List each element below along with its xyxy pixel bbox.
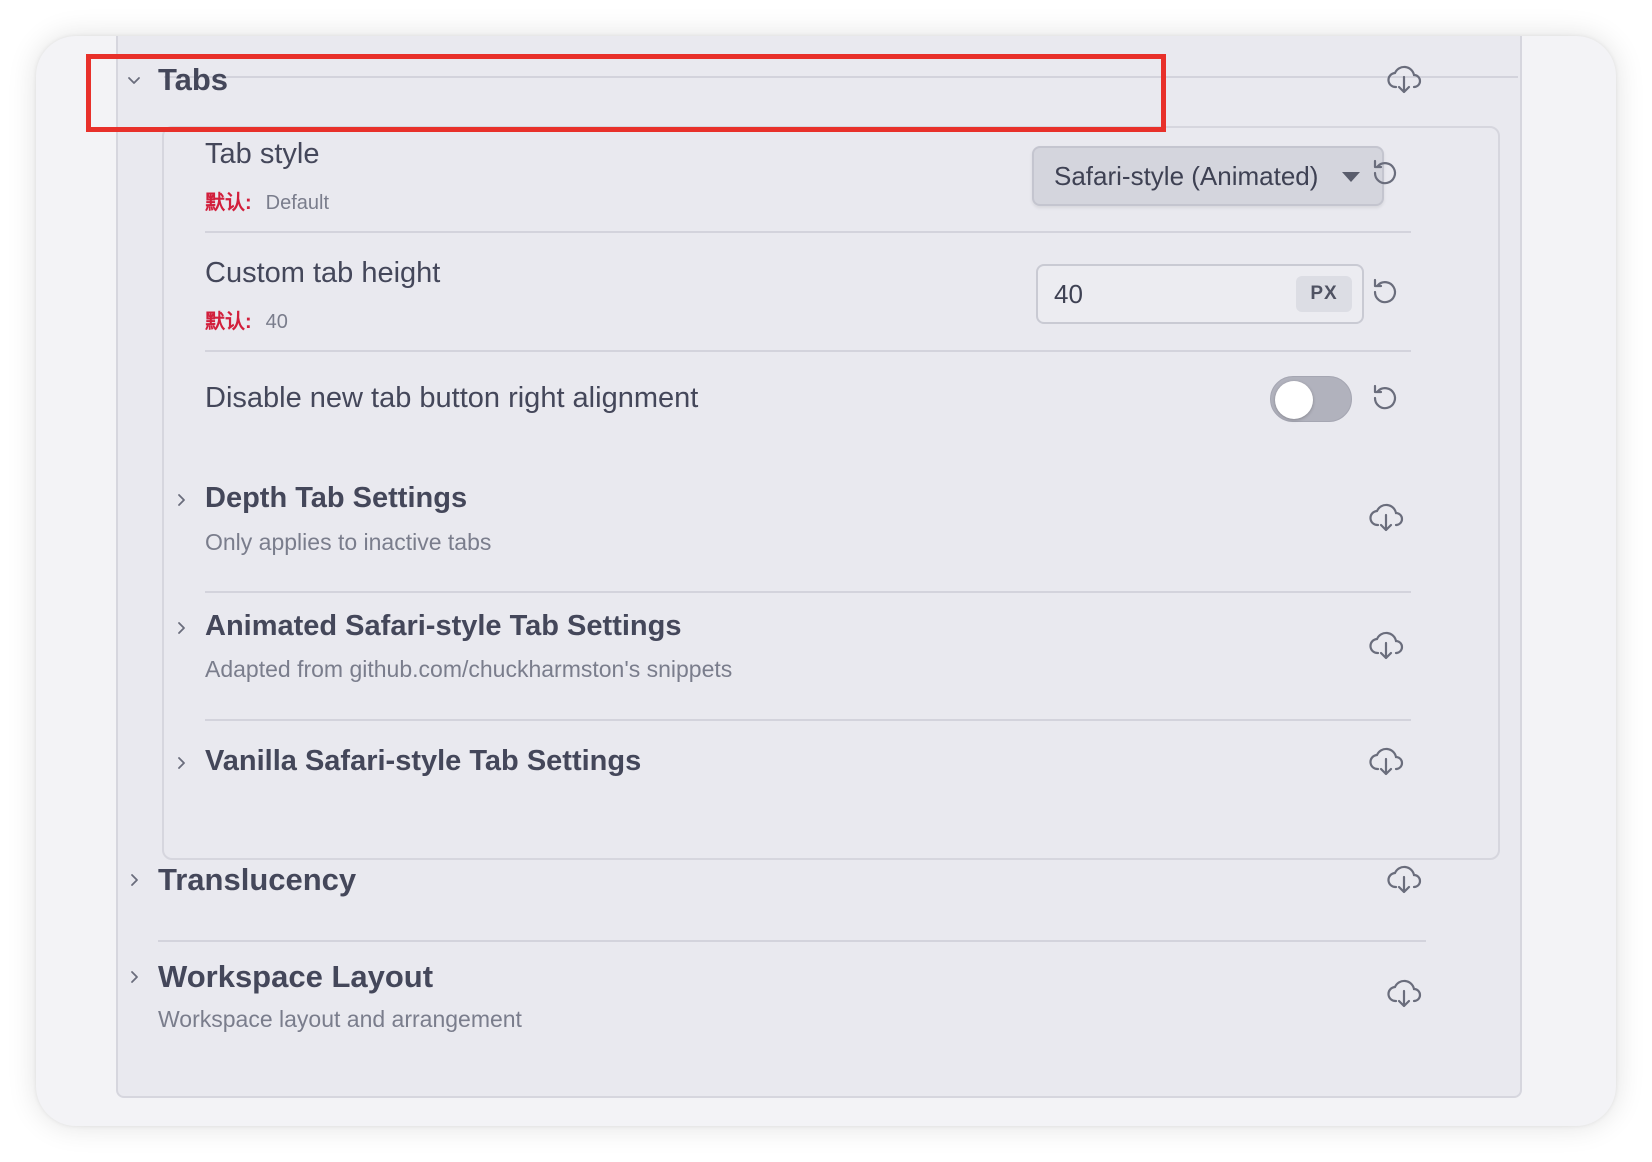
divider bbox=[205, 591, 1411, 593]
divider bbox=[158, 940, 1426, 942]
cloud-download-icon[interactable] bbox=[1384, 60, 1424, 100]
disable-alignment-toggle[interactable] bbox=[1270, 376, 1352, 422]
tab-style-selected: Safari-style (Animated) bbox=[1054, 160, 1319, 191]
subsection-title-animated-safari[interactable]: Animated Safari-style Tab Settings bbox=[205, 610, 681, 643]
subsection-subtitle-animated-safari: Adapted from github.com/chuckharmston's … bbox=[205, 656, 733, 682]
cloud-download-icon[interactable] bbox=[1366, 742, 1406, 782]
reset-icon[interactable] bbox=[1365, 272, 1405, 312]
tab-height-value: 40 bbox=[1054, 278, 1083, 309]
divider bbox=[205, 350, 1411, 352]
tab-style-select[interactable]: Safari-style (Animated) bbox=[1032, 146, 1384, 206]
setting-name-tab-style: Tab style bbox=[205, 138, 320, 170]
chevron-right-icon[interactable] bbox=[172, 754, 190, 772]
subsection-subtitle-depth: Only applies to inactive tabs bbox=[205, 529, 492, 555]
caret-down-icon bbox=[1342, 172, 1360, 182]
section-title-tabs[interactable]: Tabs bbox=[158, 62, 228, 98]
divider bbox=[205, 719, 1411, 721]
default-label: 默认: bbox=[205, 192, 252, 214]
reset-icon[interactable] bbox=[1365, 378, 1405, 418]
chevron-right-icon[interactable] bbox=[125, 968, 143, 986]
settings-window: Tabs Tab style 默认: Default Safari-style (… bbox=[36, 36, 1616, 1126]
default-label: 默认: bbox=[205, 311, 252, 333]
unit-badge: PX bbox=[1296, 276, 1352, 312]
cloud-download-icon[interactable] bbox=[1384, 974, 1424, 1014]
cloud-download-icon[interactable] bbox=[1366, 498, 1406, 538]
setting-name-disable-alignment: Disable new tab button right alignment bbox=[205, 382, 699, 414]
chevron-right-icon[interactable] bbox=[125, 871, 143, 889]
toggle-knob bbox=[1275, 381, 1313, 419]
chevron-right-icon[interactable] bbox=[172, 619, 190, 637]
chevron-right-icon[interactable] bbox=[172, 491, 190, 509]
chevron-down-icon[interactable] bbox=[125, 71, 143, 89]
subsection-title-depth[interactable]: Depth Tab Settings bbox=[205, 482, 467, 515]
section-title-translucency[interactable]: Translucency bbox=[158, 862, 356, 898]
setting-name-custom-tab-height: Custom tab height bbox=[205, 257, 441, 289]
tab-height-input[interactable]: 40 PX bbox=[1036, 264, 1364, 324]
cloud-download-icon[interactable] bbox=[1366, 626, 1406, 666]
reset-icon[interactable] bbox=[1365, 153, 1405, 193]
subsection-title-vanilla-safari[interactable]: Vanilla Safari-style Tab Settings bbox=[205, 745, 641, 778]
cloud-download-icon[interactable] bbox=[1384, 860, 1424, 900]
section-title-workspace-layout[interactable]: Workspace Layout bbox=[158, 959, 433, 995]
divider bbox=[164, 76, 1518, 78]
default-value: 40 bbox=[265, 311, 288, 333]
default-value: Default bbox=[265, 192, 330, 214]
default-line: 默认: Default bbox=[205, 186, 329, 215]
section-subtitle-workspace-layout: Workspace layout and arrangement bbox=[158, 1006, 522, 1032]
default-line: 默认: 40 bbox=[205, 305, 288, 334]
divider bbox=[205, 231, 1411, 233]
